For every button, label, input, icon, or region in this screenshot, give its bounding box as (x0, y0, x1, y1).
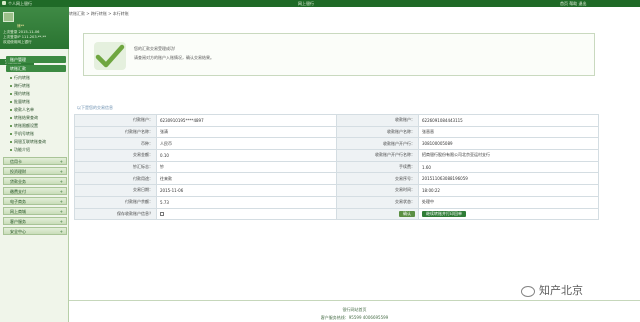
detail-value: 6230910195****4897 (156, 114, 337, 127)
detail-value: 张晋晋 (418, 125, 599, 139)
nav-item-3[interactable]: 批量转账 (10, 98, 66, 106)
user-info-box: 熊** 上次登录 2015-11-06 上次登录IP 111.203.**.**… (0, 7, 69, 49)
detail-label: 交易金额： (74, 149, 157, 162)
group-2[interactable]: 贷款业务 + (3, 177, 67, 185)
footer: 银行网站首页 客户服务热线：95599 4006695599 (69, 300, 640, 322)
detail-value: 张清 (156, 125, 337, 139)
expand-icon: + (59, 189, 63, 194)
notice-title: 您的汇款交易受理成功! (134, 46, 176, 51)
detail-label: 交易时间： (336, 184, 419, 197)
nav-item-6[interactable]: 转账限额设置 (10, 122, 66, 130)
nav-item-2[interactable]: 预约转账 (10, 90, 66, 98)
detail-value: 18:00:22 (418, 184, 599, 197)
expand-icon: + (59, 199, 63, 204)
group-7[interactable]: 安全中心 + (3, 227, 67, 235)
group-4[interactable]: 电子商务 + (3, 197, 67, 205)
detail-value: 0.10 (156, 149, 337, 162)
breadcrumb: 转账汇款 > 跨行转账 > 本行转账 (69, 11, 129, 16)
detail-label: 付款账户名称： (74, 125, 157, 139)
detail-row: 钞汇标志：钞手续费： 1.60 (74, 160, 599, 174)
main-panel: 转账汇款 > 跨行转账 > 本行转账 您的汇款交易受理成功! 请查阅对方的账户入… (69, 7, 640, 322)
detail-label: 交易序号： (336, 172, 419, 186)
detail-row: 付款账户： 6230910195****4897 收款账户： 622609108444… (74, 114, 599, 127)
detail-label: 收款账户名称： (336, 125, 419, 139)
detail-label: 交易状态： (336, 195, 419, 209)
expand-icon: + (59, 159, 63, 164)
detail-label: 收款账户开户行： (336, 137, 419, 151)
top-bar: 个人网上银行 网上银行 首页 帮助 退出 (0, 0, 640, 7)
sidebar: 熊** 上次登录 2015-11-06 上次登录IP 111.203.**.**… (0, 7, 69, 322)
detail-label: 交易日期： (74, 184, 157, 197)
avatar (3, 12, 14, 22)
next-transfer-button[interactable]: 继续转账并打印回单 (422, 210, 466, 217)
watermark-logo-icon (521, 285, 535, 297)
group-3[interactable]: 缴费支付 + (3, 187, 67, 195)
nav-item-5[interactable]: 转账结果查询 (10, 114, 66, 122)
group-1[interactable]: 投资理财 + (3, 167, 67, 175)
group-6[interactable]: 客户服务 + (3, 217, 67, 225)
detail-value: 人民币 (156, 137, 337, 151)
expand-icon: + (59, 179, 63, 184)
detail-label: 币种： (74, 137, 157, 151)
detail-row: 币种： 人民币 收款账户开户行： 308100005089 (74, 137, 599, 151)
footer-bank[interactable]: 银行网站首页 (69, 307, 640, 313)
detail-row: 付款账户余额： 5.73 交易状态： 处理中 (74, 195, 599, 209)
detail-value: 招商银行股份有限公司北京亚运村支行 (418, 149, 599, 162)
expand-icon: + (59, 169, 63, 174)
confirm-button[interactable]: 确认 (399, 210, 415, 217)
expand-icon: + (59, 209, 63, 214)
check-icon (94, 42, 126, 70)
detail-label: 钞汇标志： (74, 160, 157, 174)
group-5[interactable]: 网上商城 + (3, 207, 67, 215)
detail-value: 201511063088196059 (418, 172, 599, 186)
detail-value: 5.73 (156, 195, 337, 209)
section-title: 以下是您的交易信息 (77, 105, 113, 110)
nav-item-4[interactable]: 收款人名单 (10, 106, 66, 114)
detail-value: 往来款 (156, 172, 337, 186)
nav-account-manage[interactable]: 账户管理 (6, 56, 66, 63)
transaction-details: 付款账户： 6230910195****4897 收款账户： 622609108444… (74, 114, 599, 221)
detail-value: 处理中 (418, 195, 599, 209)
detail-label: 付款用途： (74, 172, 157, 186)
footer-hotline: 客户服务热线：95599 4006695599 (320, 315, 389, 320)
welcome-text: 欢迎使用网上银行 (3, 40, 32, 44)
detail-row: 付款账户名称： 张清 收款账户名称： 张晋晋 (74, 125, 599, 139)
detail-value: 钞 (156, 160, 337, 174)
detail-label: 收款账户： (336, 114, 419, 127)
group-0[interactable]: 信用卡 + (3, 157, 67, 165)
watermark: 知产北京 (521, 282, 583, 298)
save-checkbox[interactable] (160, 212, 164, 217)
nav-item-8[interactable]: 网银互联转账查询 (10, 138, 66, 146)
detail-value: 308100005089 (418, 137, 599, 151)
nav-transfer[interactable]: 转账汇款 (6, 65, 66, 72)
detail-row: 交易日期： 2015-11-06 交易时间： 18:00:22 (74, 184, 599, 197)
detail-label: 手续费： (336, 160, 419, 174)
save-label: 保存收款账户信息？ (74, 207, 157, 221)
detail-row: 交易金额： 0.10 收款账户开户行名称： 招商银行股份有限公司北京亚运村支行 (74, 149, 599, 162)
detail-value: 6226091084443115 (418, 114, 599, 127)
nav-item-0[interactable]: 行内转账 (10, 74, 66, 82)
save-row: 保存收款账户信息？ 确认 继续转账并打印回单 (74, 207, 599, 221)
detail-value: 2015-11-06 (156, 184, 337, 197)
nav-item-7[interactable]: 手机号转账 (10, 130, 66, 138)
detail-label: 付款账户： (74, 114, 157, 127)
nav-item-1[interactable]: 跨行转账 (10, 82, 66, 90)
notice-desc: 请查阅对方的账户入账情况，确认交易结果。 (134, 55, 214, 60)
expand-icon: + (59, 229, 63, 234)
success-notice: 您的汇款交易受理成功! 请查阅对方的账户入账情况，确认交易结果。 (83, 33, 595, 76)
user-name: 熊** (17, 24, 25, 28)
detail-label: 收款账户开户行名称： (336, 149, 419, 162)
detail-value: 1.60 (418, 160, 599, 174)
detail-row: 付款用途： 往来款 交易序号： 201511063088196059 (74, 172, 599, 186)
detail-label: 付款账户余额： (74, 195, 157, 209)
nav-item-9[interactable]: 功能介绍 (10, 146, 66, 154)
expand-icon: + (59, 219, 63, 224)
bank-logo-icon (2, 1, 6, 5)
